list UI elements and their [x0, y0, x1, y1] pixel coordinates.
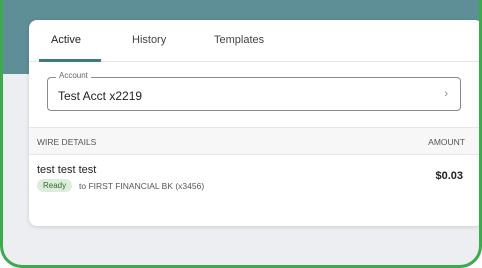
tab-bar: Active History Templates — [29, 20, 479, 62]
account-select[interactable]: Account Test Acct x2219 › — [47, 71, 461, 111]
tab-templates[interactable]: Templates — [214, 34, 264, 46]
wire-details-heading: WIRE DETAILS — [37, 137, 97, 147]
wire-amount: $0.03 — [435, 170, 463, 182]
wires-card: Active History Templates Account Test Ac… — [29, 20, 479, 226]
account-label: Account — [56, 71, 91, 80]
wire-name: test test test — [37, 164, 97, 176]
account-value: Test Acct x2219 — [58, 89, 143, 103]
tab-active-indicator — [39, 59, 101, 62]
app-frame: Active History Templates Account Test Ac… — [0, 0, 482, 268]
amount-heading: AMOUNT — [428, 137, 465, 147]
wire-details-header: WIRE DETAILS AMOUNT — [29, 127, 479, 155]
status-badge: Ready — [37, 179, 73, 192]
chevron-right-icon: › — [444, 88, 448, 100]
wire-destination: to FIRST FINANCIAL BK (x3456) — [79, 181, 205, 191]
tab-active[interactable]: Active — [51, 34, 81, 46]
tab-history[interactable]: History — [132, 34, 166, 46]
wire-row[interactable]: test test test Ready to FIRST FINANCIAL … — [29, 157, 479, 201]
